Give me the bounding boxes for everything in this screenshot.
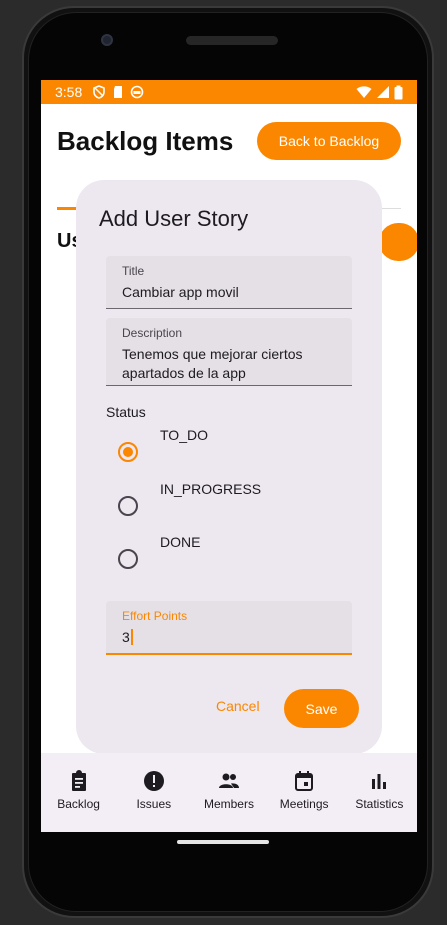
nav-label: Issues: [136, 797, 172, 811]
nav-item-meetings[interactable]: Meetings: [267, 753, 342, 832]
alert-circle-icon: [143, 771, 164, 791]
effort-points-value: 3: [122, 629, 130, 645]
description-field[interactable]: Description Tenemos que mejorar ciertos …: [106, 318, 352, 386]
title-field-label: Title: [122, 264, 145, 278]
nav-item-statistics[interactable]: Statistics: [342, 753, 417, 832]
nav-label: Members: [203, 797, 254, 811]
app-screen: 3:58 Backlog Items Back to Backlog Us Ad…: [41, 80, 417, 832]
clipboard-icon: [71, 770, 86, 791]
status-option-label: IN_PROGRESS: [160, 481, 262, 497]
add-user-story-dialog: Add User Story Title Cambiar app movil D…: [76, 180, 382, 754]
status-label: Status: [106, 404, 146, 420]
speaker-grille: [186, 36, 278, 45]
nav-item-backlog[interactable]: Backlog: [41, 753, 116, 832]
description-field-label: Description: [122, 326, 183, 340]
title-field-value: Cambiar app movil: [122, 284, 239, 300]
radio-unselected-icon[interactable]: [118, 549, 138, 569]
status-option-label: TO_DO: [160, 427, 208, 443]
camera-icon: [101, 34, 113, 46]
cancel-button[interactable]: Cancel: [216, 698, 260, 714]
save-button[interactable]: Save: [284, 689, 359, 728]
calendar-icon: [295, 771, 314, 791]
dialog-title: Add User Story: [99, 206, 249, 231]
nav-item-issues[interactable]: Issues: [116, 753, 191, 832]
effort-points-field[interactable]: Effort Points 3: [106, 601, 352, 655]
status-option-label: DONE: [160, 534, 201, 550]
people-icon: [218, 773, 239, 788]
effort-points-label: Effort Points: [122, 609, 188, 623]
nav-label: Backlog: [57, 797, 100, 811]
effort-points-value-wrap: 3: [122, 628, 340, 647]
radio-selected-icon[interactable]: [118, 442, 138, 462]
bottom-navigation: Backlog Issues Members Meetings Statisti…: [41, 753, 417, 832]
home-gesture-bar[interactable]: [177, 840, 269, 844]
title-field[interactable]: Title Cambiar app movil: [106, 256, 352, 309]
nav-item-members[interactable]: Members: [191, 753, 266, 832]
bar-chart-icon: [372, 774, 387, 789]
nav-label: Meetings: [279, 797, 329, 811]
radio-unselected-icon[interactable]: [118, 496, 138, 516]
text-cursor: [130, 629, 133, 645]
description-field-value: Tenemos que mejorar ciertos apartados de…: [122, 346, 303, 381]
nav-label: Statistics: [355, 797, 404, 811]
